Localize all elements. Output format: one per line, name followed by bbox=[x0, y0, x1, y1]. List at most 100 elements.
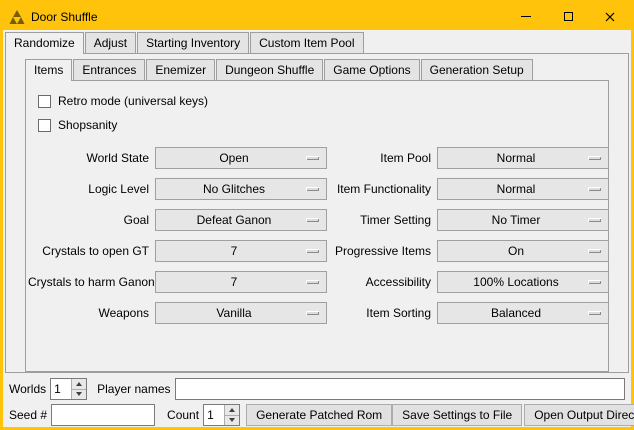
weapons-value: Vanilla bbox=[216, 306, 265, 320]
spin-down-icon bbox=[229, 418, 235, 422]
item-pool-dropdown[interactable]: Normal bbox=[437, 147, 609, 169]
dropdown-indicator-icon bbox=[588, 156, 601, 160]
weapons-label: Weapons bbox=[28, 306, 149, 320]
item-pool-label: Item Pool bbox=[333, 151, 431, 165]
player-names-label: Player names bbox=[97, 382, 170, 396]
crystals-ganon-value: 7 bbox=[231, 275, 252, 289]
tab-entrances[interactable]: Entrances bbox=[73, 59, 145, 80]
retro-mode-label: Retro mode (universal keys) bbox=[58, 94, 208, 108]
tab-game-options[interactable]: Game Options bbox=[324, 59, 419, 80]
progressive-items-label: Progressive Items bbox=[333, 244, 431, 258]
dropdown-indicator-icon bbox=[306, 249, 319, 253]
worlds-spinner bbox=[50, 378, 87, 400]
count-input[interactable] bbox=[204, 405, 224, 425]
client-area: Randomize Adjust Starting Inventory Cust… bbox=[3, 30, 631, 427]
dropdown-indicator-icon bbox=[588, 311, 601, 315]
worlds-input[interactable] bbox=[51, 379, 71, 399]
goal-dropdown[interactable]: Defeat Ganon bbox=[155, 209, 327, 231]
dropdown-indicator-icon bbox=[588, 249, 601, 253]
items-tab-panel: Retro mode (universal keys) Shopsanity W… bbox=[25, 80, 609, 372]
seed-row: Seed # Count Generate Patched Rom Save S… bbox=[3, 404, 631, 426]
crystals-ganon-dropdown[interactable]: 7 bbox=[155, 271, 327, 293]
window-title: Door Shuffle bbox=[31, 10, 98, 24]
player-names-input[interactable] bbox=[175, 378, 626, 400]
app-icon bbox=[9, 9, 25, 25]
tab-items[interactable]: Items bbox=[25, 59, 72, 81]
logic-level-dropdown[interactable]: No Glitches bbox=[155, 178, 327, 200]
tab-adjust[interactable]: Adjust bbox=[85, 32, 136, 53]
tab-dungeon-shuffle[interactable]: Dungeon Shuffle bbox=[216, 59, 323, 80]
logic-level-label: Logic Level bbox=[28, 182, 149, 196]
shopsanity-label: Shopsanity bbox=[58, 118, 117, 132]
app-window: Door Shuffle Randomize Adjust Starting I… bbox=[0, 0, 634, 430]
crystals-gt-dropdown[interactable]: 7 bbox=[155, 240, 327, 262]
accessibility-value: 100% Locations bbox=[473, 275, 572, 289]
crystals-gt-value: 7 bbox=[231, 244, 252, 258]
tab-generation-setup[interactable]: Generation Setup bbox=[421, 59, 533, 80]
seed-input[interactable] bbox=[51, 404, 155, 426]
progressive-items-value: On bbox=[508, 244, 538, 258]
crystals-gt-label: Crystals to open GT bbox=[28, 244, 149, 258]
checkbox-box-icon bbox=[38, 95, 51, 108]
item-pool-value: Normal bbox=[497, 151, 550, 165]
window-controls bbox=[505, 3, 631, 30]
minimize-button[interactable] bbox=[505, 3, 547, 30]
close-button[interactable] bbox=[589, 3, 631, 30]
dropdown-indicator-icon bbox=[306, 280, 319, 284]
goal-label: Goal bbox=[28, 213, 149, 227]
save-settings-button[interactable]: Save Settings to File bbox=[392, 404, 522, 426]
world-state-label: World State bbox=[28, 151, 149, 165]
accessibility-label: Accessibility bbox=[333, 275, 431, 289]
worlds-spin-up-button[interactable] bbox=[72, 379, 86, 389]
spin-up-icon bbox=[229, 408, 235, 412]
item-functionality-value: Normal bbox=[497, 182, 550, 196]
minimize-icon bbox=[521, 16, 531, 17]
timer-setting-value: No Timer bbox=[492, 213, 555, 227]
weapons-dropdown[interactable]: Vanilla bbox=[155, 302, 327, 324]
dropdown-indicator-icon bbox=[306, 156, 319, 160]
timer-setting-dropdown[interactable]: No Timer bbox=[437, 209, 609, 231]
item-functionality-dropdown[interactable]: Normal bbox=[437, 178, 609, 200]
spin-down-icon bbox=[76, 392, 82, 396]
seed-label: Seed # bbox=[9, 408, 47, 422]
randomize-tab-panel: Items Entrances Enemizer Dungeon Shuffle… bbox=[5, 53, 629, 373]
dropdown-indicator-icon bbox=[306, 311, 319, 315]
dropdown-indicator-icon bbox=[588, 280, 601, 284]
item-functionality-label: Item Functionality bbox=[333, 182, 431, 196]
item-sorting-value: Balanced bbox=[491, 306, 555, 320]
outer-tab-bar: Randomize Adjust Starting Inventory Cust… bbox=[3, 32, 631, 53]
progressive-items-dropdown[interactable]: On bbox=[437, 240, 609, 262]
worlds-row: Worlds Player names bbox=[3, 378, 631, 400]
dropdown-indicator-icon bbox=[306, 218, 319, 222]
logic-level-value: No Glitches bbox=[203, 182, 279, 196]
close-icon bbox=[605, 12, 615, 22]
tab-randomize[interactable]: Randomize bbox=[5, 32, 84, 54]
tab-enemizer[interactable]: Enemizer bbox=[146, 59, 215, 80]
shopsanity-checkbox[interactable]: Shopsanity bbox=[38, 113, 608, 137]
goal-value: Defeat Ganon bbox=[197, 213, 286, 227]
retro-mode-checkbox[interactable]: Retro mode (universal keys) bbox=[38, 89, 608, 113]
tab-custom-item-pool[interactable]: Custom Item Pool bbox=[250, 32, 363, 53]
titlebar: Door Shuffle bbox=[3, 3, 631, 30]
open-output-directory-button[interactable]: Open Output Directory bbox=[524, 404, 634, 426]
spin-up-icon bbox=[76, 382, 82, 386]
crystals-ganon-label: Crystals to harm Ganon bbox=[28, 275, 149, 289]
count-label: Count bbox=[167, 408, 199, 422]
item-sorting-dropdown[interactable]: Balanced bbox=[437, 302, 609, 324]
dropdown-indicator-icon bbox=[588, 187, 601, 191]
accessibility-dropdown[interactable]: 100% Locations bbox=[437, 271, 609, 293]
maximize-icon bbox=[564, 12, 573, 21]
generate-patched-rom-button[interactable]: Generate Patched Rom bbox=[246, 404, 392, 426]
worlds-spin-down-button[interactable] bbox=[72, 389, 86, 400]
worlds-label: Worlds bbox=[9, 382, 46, 396]
world-state-value: Open bbox=[219, 151, 262, 165]
dropdown-indicator-icon bbox=[588, 218, 601, 222]
inner-tab-bar: Items Entrances Enemizer Dungeon Shuffle… bbox=[6, 59, 628, 80]
count-spinner bbox=[203, 404, 240, 426]
tab-starting-inventory[interactable]: Starting Inventory bbox=[137, 32, 249, 53]
maximize-button[interactable] bbox=[547, 3, 589, 30]
count-spin-down-button[interactable] bbox=[225, 415, 239, 426]
world-state-dropdown[interactable]: Open bbox=[155, 147, 327, 169]
count-spin-up-button[interactable] bbox=[225, 405, 239, 415]
settings-grid: World State Open Item Pool Normal Logic … bbox=[28, 147, 608, 324]
